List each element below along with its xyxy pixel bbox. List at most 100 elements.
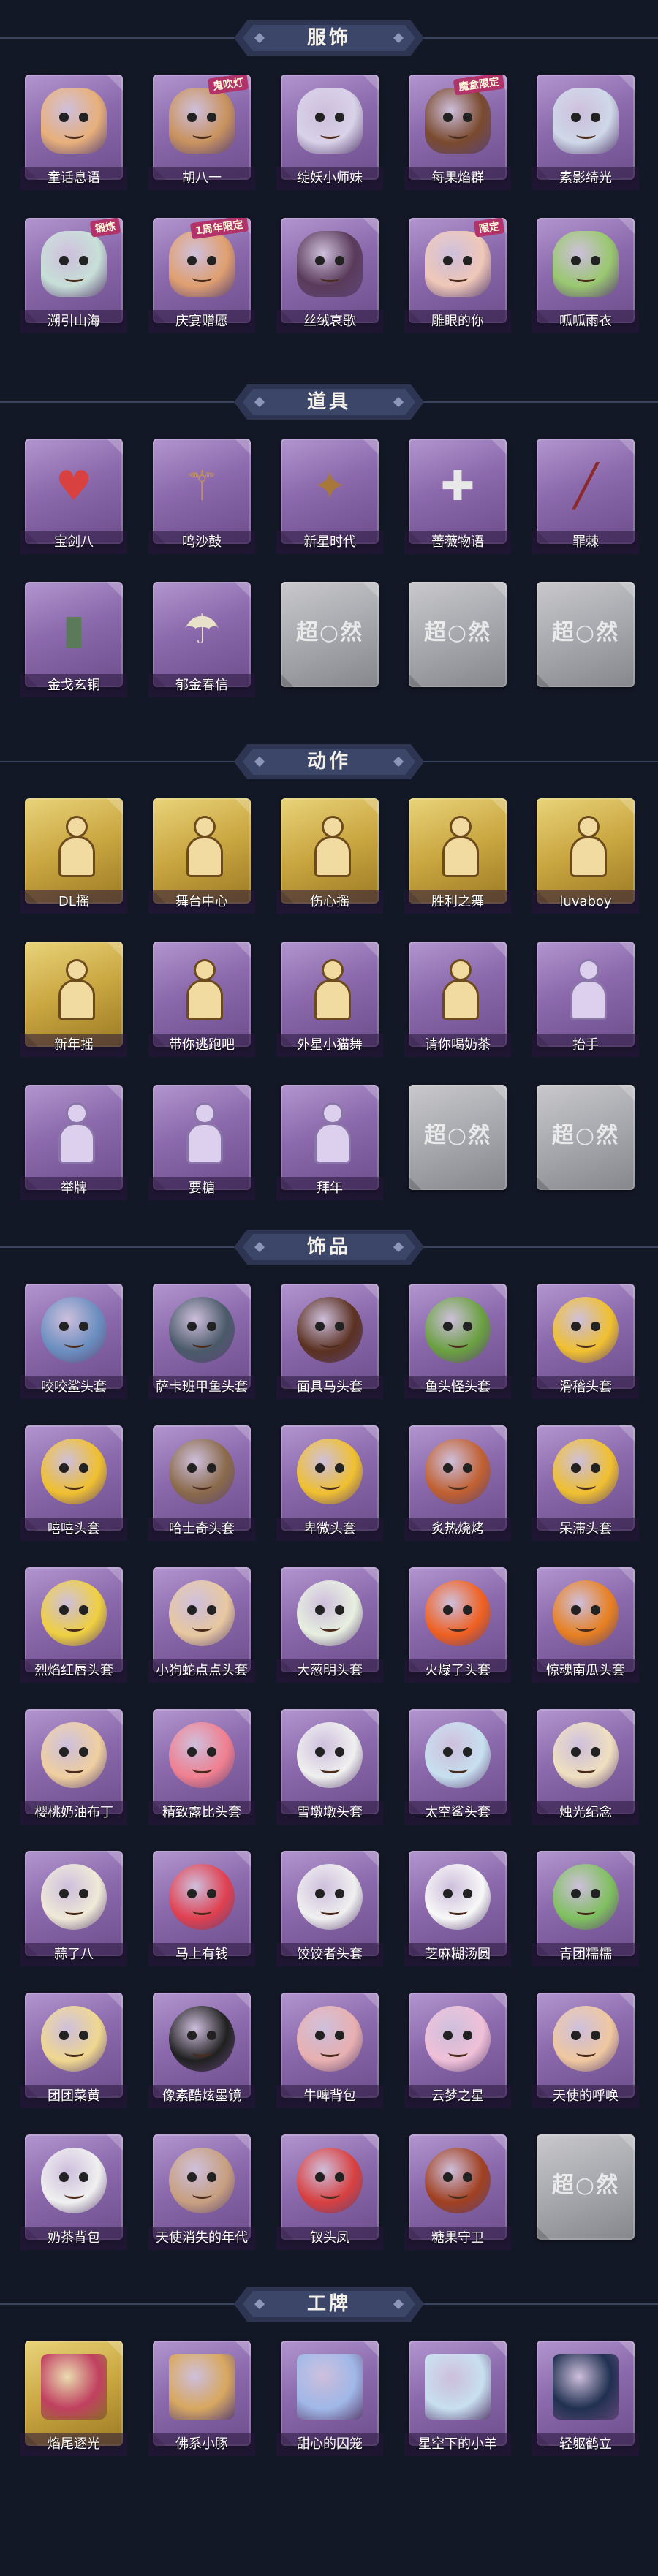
item-tile[interactable]: 轻躯鹤立	[532, 2341, 639, 2463]
item-tile[interactable]: 超○然	[404, 1085, 511, 1208]
item-tile[interactable]: ⚚ 鸣沙鼓	[148, 439, 255, 561]
item-tile[interactable]: 拜年	[276, 1085, 383, 1208]
item-tile[interactable]: ♥ 宝剑八	[20, 439, 127, 561]
item-tile[interactable]: 伤心摇	[276, 798, 383, 921]
item-tile[interactable]: 天使消失的年代	[148, 2134, 255, 2257]
item-tile[interactable]: 要糖	[148, 1085, 255, 1208]
item-tile[interactable]: 萨卡班甲鱼头套	[148, 1284, 255, 1406]
item-tile[interactable]: 绽妖小师妹	[276, 75, 383, 197]
headwear-art	[169, 1580, 235, 1646]
item-tile[interactable]: ╱ 罪棘	[532, 439, 639, 561]
item-tile[interactable]: 丝绒哀歌	[276, 218, 383, 341]
item-tile[interactable]: 樱桃奶油布丁	[20, 1709, 127, 1832]
item-tile[interactable]: 限定 雕眼的你	[404, 218, 511, 341]
mouth	[319, 273, 340, 282]
badge-card-art	[553, 2354, 619, 2420]
item-tile[interactable]: 芝麻糊汤圆	[404, 1851, 511, 1974]
item-tile[interactable]: 焰尾逐光	[20, 2341, 127, 2463]
item-tile[interactable]: 超○然	[532, 2134, 639, 2257]
eye	[315, 1463, 325, 1473]
item-tile[interactable]: 举牌	[20, 1085, 127, 1208]
item-tile[interactable]: 1周年限定 庆宴赠愿	[148, 218, 255, 341]
item-tile[interactable]: 惊魂南瓜头套	[532, 1567, 639, 1690]
corner-fold	[363, 218, 379, 234]
item-tile[interactable]: 胜利之舞	[404, 798, 511, 921]
eye	[591, 2031, 600, 2040]
item-tile[interactable]: 童话息语	[20, 75, 127, 197]
item-tile[interactable]: 素影绮光	[532, 75, 639, 197]
item-tile[interactable]: 鱼头怪头套	[404, 1284, 511, 1406]
item-tile[interactable]: 甜心的囚笼	[276, 2341, 383, 2463]
pose-head	[66, 816, 88, 838]
item-tile[interactable]: ✚ 蔷薇物语	[404, 439, 511, 561]
eye	[463, 2172, 472, 2182]
item-tile[interactable]: DL摇	[20, 798, 127, 921]
item-tile[interactable]: 雪墩墩头套	[276, 1709, 383, 1832]
item-tile[interactable]: 超○然	[404, 582, 511, 705]
item-card	[281, 1709, 379, 1814]
item-tile[interactable]: 青团糯糯	[532, 1851, 639, 1974]
item-tile[interactable]: 精致露比头套	[148, 1709, 255, 1832]
item-card	[25, 1993, 123, 2098]
item-card: 限定	[409, 218, 507, 323]
item-tile[interactable]: 超○然	[532, 1085, 639, 1208]
item-tile[interactable]: ✦ 新星时代	[276, 439, 383, 561]
item-tile[interactable]: 滑稽头套	[532, 1284, 639, 1406]
mouth	[447, 1906, 468, 1915]
item-tile[interactable]: 呱呱雨衣	[532, 218, 639, 341]
item-tile[interactable]: 云梦之星	[404, 1993, 511, 2115]
item-tile[interactable]: 佛系小豚	[148, 2341, 255, 2463]
item-tile[interactable]: 火爆了头套	[404, 1567, 511, 1690]
item-tile[interactable]: 超○然	[532, 582, 639, 705]
item-tile[interactable]: ▮ 金戈玄铜	[20, 582, 127, 705]
item-tile[interactable]: 炙热烧烤	[404, 1425, 511, 1548]
item-tile[interactable]: 抬手	[532, 942, 639, 1064]
item-tile[interactable]: 魔盒限定 每果焰群	[404, 75, 511, 197]
corner-fold	[491, 1284, 507, 1300]
item-tile[interactable]: 钗头凤	[276, 2134, 383, 2257]
item-tile[interactable]: ☂ 郁金春信	[148, 582, 255, 705]
item-tile[interactable]: 咬咬鲨头套	[20, 1284, 127, 1406]
item-tile[interactable]: 太空鲨头套	[404, 1709, 511, 1832]
item-tile[interactable]: 嘻嘻头套	[20, 1425, 127, 1548]
item-tile[interactable]: 哈士奇头套	[148, 1425, 255, 1548]
corner-fold	[363, 798, 379, 814]
item-tile[interactable]: luvaboy	[532, 798, 639, 921]
eye	[59, 1322, 69, 1331]
mouth	[575, 1906, 596, 1915]
item-tile[interactable]: 星空下的小羊	[404, 2341, 511, 2463]
item-tile[interactable]: 舞台中心	[148, 798, 255, 921]
item-tile[interactable]: 糖果守卫	[404, 2134, 511, 2257]
item-card	[537, 1567, 635, 1672]
item-tile[interactable]: 锻炼 溯引山海	[20, 218, 127, 341]
corner-fold	[107, 2341, 123, 2357]
item-tile[interactable]: 面具马头套	[276, 1284, 383, 1406]
eye	[187, 2172, 197, 2182]
item-tile[interactable]: 新年摇	[20, 942, 127, 1064]
locked-placeholder: 超○然	[423, 1123, 492, 1148]
item-tile[interactable]: 团团菜黄	[20, 1993, 127, 2115]
eye	[187, 1605, 197, 1615]
item-tile[interactable]: 小狗蛇点点头套	[148, 1567, 255, 1690]
item-tile[interactable]: 超○然	[276, 582, 383, 705]
item-tile[interactable]: 马上有钱	[148, 1851, 255, 1974]
item-tile[interactable]: 天使的呼唤	[532, 1993, 639, 2115]
item-tile[interactable]: 外星小猫舞	[276, 942, 383, 1064]
corner-fold	[491, 2134, 507, 2151]
item-tile[interactable]: 像素酷炫墨镜	[148, 1993, 255, 2115]
item-tile[interactable]: 鬼吹灯 胡八一	[148, 75, 255, 197]
item-tile[interactable]: 烛光纪念	[532, 1709, 639, 1832]
item-tile[interactable]: 呆滞头套	[532, 1425, 639, 1548]
item-tile[interactable]: 烈焰红唇头套	[20, 1567, 127, 1690]
item-card	[281, 1284, 379, 1389]
item-tile[interactable]: 奶茶背包	[20, 2134, 127, 2257]
item-tile[interactable]: 带你逃跑吧	[148, 942, 255, 1064]
mouth	[192, 2190, 212, 2199]
mouth	[575, 2048, 596, 2057]
item-tile[interactable]: 牛啤背包	[276, 1993, 383, 2115]
item-tile[interactable]: 请你喝奶茶	[404, 942, 511, 1064]
item-tile[interactable]: 大葱明头套	[276, 1567, 383, 1690]
item-tile[interactable]: 卑微头套	[276, 1425, 383, 1548]
item-tile[interactable]: 饺饺者头套	[276, 1851, 383, 1974]
item-tile[interactable]: 蒜了八	[20, 1851, 127, 1974]
